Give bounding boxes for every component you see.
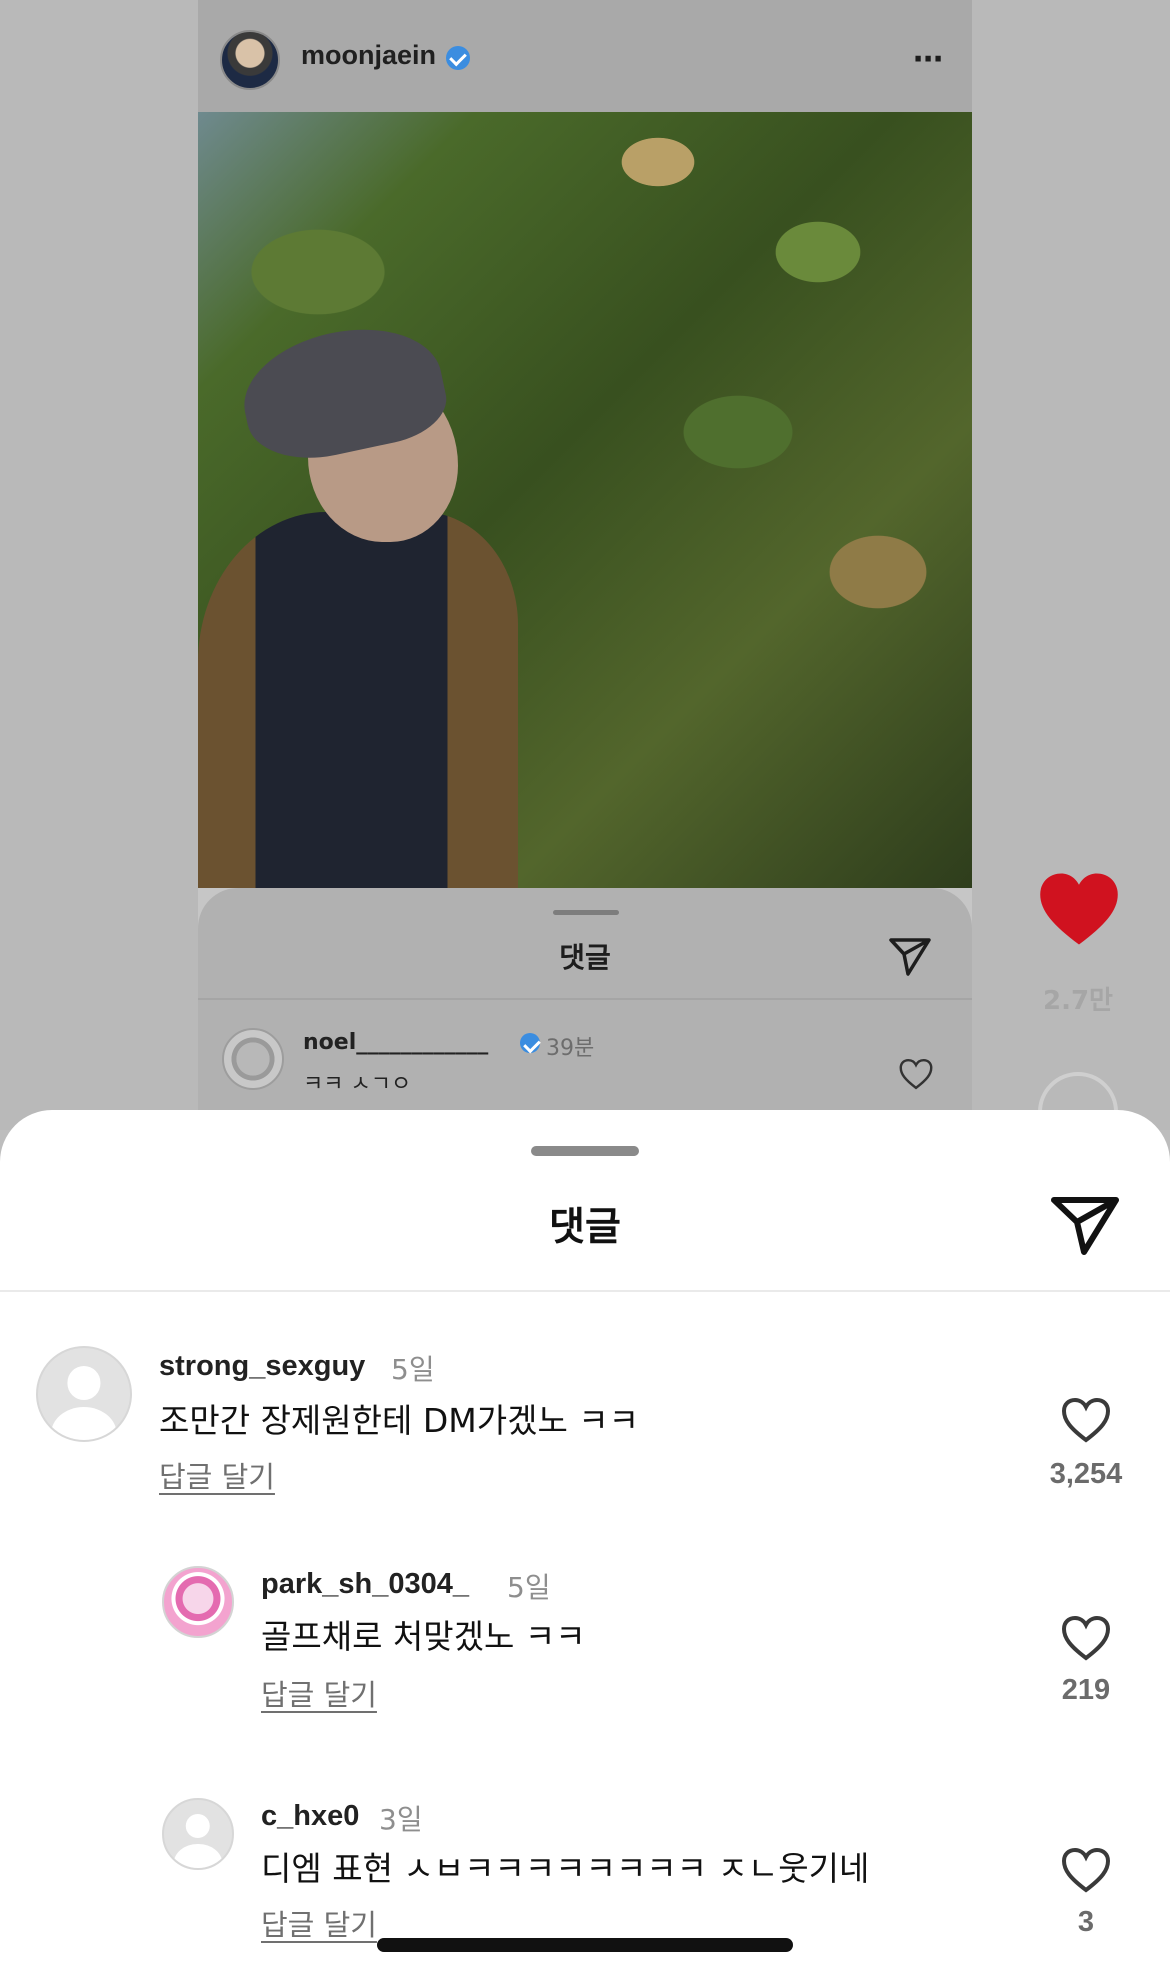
default-avatar-icon[interactable] — [162, 1798, 234, 1870]
home-indicator[interactable] — [377, 1938, 793, 1952]
post-photo — [198, 112, 972, 888]
comment-text: 디엠 표현 ㅅㅂㅋㅋㅋㅋㅋㅋㅋㅋ ㅈㄴ웃기네 — [261, 1849, 870, 1888]
background-comment-text: ㅋㅋ ㅅㄱㅇ — [303, 1072, 412, 1097]
background-heart-icon — [899, 1058, 933, 1090]
post-card: moonjaein ⋯ 댓글 noel____________ 39분 ㅋㅋ ㅅ… — [198, 0, 972, 1130]
comment-username[interactable]: park_sh_0304_ — [261, 1568, 469, 1601]
comment-time: 3일 — [379, 1803, 423, 1836]
comment-username[interactable]: strong_sexguy — [159, 1350, 365, 1383]
post-author-avatar[interactable] — [220, 30, 280, 90]
background-comments-sheet: 댓글 noel____________ 39분 ㅋㅋ ㅅㄱㅇ — [198, 888, 972, 1130]
comment-like-count: 219 — [1061, 1674, 1111, 1706]
background-comment-time: 39분 — [546, 1036, 595, 1061]
background-verified-badge-icon — [520, 1033, 540, 1053]
comments-sheet: 댓글 strong_sexguy 5일 조만간 장제원한테 DM가겠노 ㅋㅋ 답… — [0, 1110, 1170, 1978]
post-author-username[interactable]: moonjaein — [301, 40, 436, 71]
photo-person-body — [198, 512, 518, 888]
comment-item: park_sh_0304_ 5일 골프채로 처맞겠노 ㅋㅋ 답글 달기 219 — [0, 1556, 1170, 1736]
comment-text: 골프채로 처맞겠노 ㅋㅋ — [261, 1617, 586, 1656]
like-heart-icon[interactable] — [1060, 1846, 1112, 1894]
background-send-icon — [889, 938, 931, 976]
background-sheet-title: 댓글 — [559, 941, 611, 974]
post-header: moonjaein ⋯ — [198, 0, 972, 112]
comment-like-count: 3,254 — [1049, 1458, 1123, 1490]
background-sheet-divider — [198, 998, 972, 1000]
comment-item: strong_sexguy 5일 조만간 장제원한테 DM가겠노 ㅋㅋ 답글 달… — [0, 1324, 1170, 1504]
sheet-divider — [0, 1290, 1170, 1292]
comment-time: 5일 — [507, 1571, 551, 1604]
reply-button[interactable]: 답글 달기 — [261, 1902, 377, 1944]
side-like-count: 2.7만 — [1043, 986, 1113, 1016]
like-heart-icon[interactable] — [1060, 1396, 1112, 1444]
comment-username[interactable]: c_hxe0 — [261, 1800, 359, 1833]
liked-heart-icon — [1040, 873, 1118, 945]
sheet-title: 댓글 — [549, 1205, 621, 1250]
more-options-icon[interactable]: ⋯ — [913, 42, 944, 77]
comment-like-count: 3 — [1077, 1906, 1095, 1938]
verified-badge-icon — [446, 46, 470, 70]
background-post-view: moonjaein ⋯ 댓글 noel____________ 39분 ㅋㅋ ㅅ… — [0, 0, 1170, 1152]
like-heart-icon[interactable] — [1060, 1614, 1112, 1662]
background-sheet-grabber — [553, 910, 619, 915]
default-avatar-icon[interactable] — [36, 1346, 132, 1442]
pink-character-avatar[interactable] — [162, 1566, 234, 1638]
comment-text: 조만간 장제원한테 DM가겠노 ㅋㅋ — [159, 1401, 640, 1440]
sheet-grabber[interactable] — [531, 1146, 639, 1156]
reply-button[interactable]: 답글 달기 — [261, 1672, 377, 1714]
reply-button[interactable]: 답글 달기 — [159, 1454, 275, 1496]
background-comment-avatar — [222, 1028, 284, 1090]
comment-time: 5일 — [391, 1353, 435, 1386]
share-send-icon[interactable] — [1050, 1192, 1120, 1258]
background-comment-username: noel____________ — [303, 1030, 489, 1055]
